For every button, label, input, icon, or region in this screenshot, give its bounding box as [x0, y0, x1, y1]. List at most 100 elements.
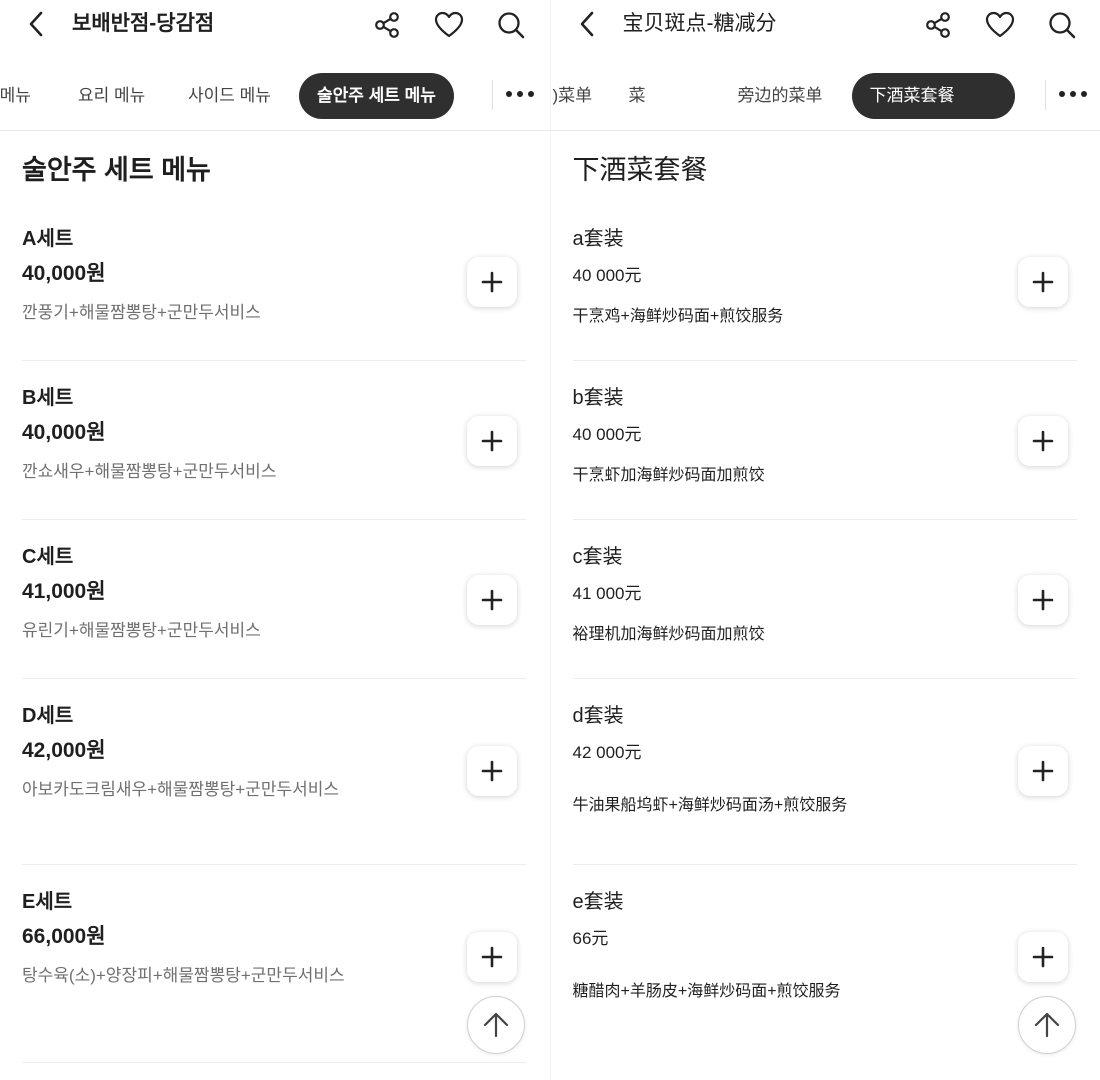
- back-arrow-icon: [29, 11, 43, 37]
- item-description: 탕수육(소)+양장피+해물짬뽕탕+군만두서비스: [22, 966, 345, 985]
- divider: [572, 519, 1077, 520]
- add-item-button[interactable]: [1017, 257, 1068, 307]
- divider: [572, 360, 1077, 361]
- item-name: D세트: [22, 705, 74, 727]
- store-title: 宝贝斑点-糖减分: [622, 12, 777, 35]
- divider: [22, 519, 526, 520]
- tab-menu[interactable]: )메뉴: [0, 73, 31, 119]
- tab-divider: [492, 80, 493, 110]
- item-price: 40,000원: [22, 421, 106, 444]
- top-bar: 宝贝斑点-糖减分: [551, 0, 1100, 50]
- menu-item[interactable]: c套装 41 000元 裕理机加海鲜炒码面加煎饺: [573, 544, 1077, 648]
- add-item-button[interactable]: [1017, 416, 1068, 466]
- plus-icon: [481, 430, 503, 452]
- item-name: e套装: [572, 891, 624, 913]
- add-item-button[interactable]: [467, 416, 517, 466]
- item-price: 66,000원: [22, 925, 106, 948]
- search-button[interactable]: [496, 10, 526, 40]
- item-price: 42,000원: [22, 739, 106, 762]
- item-name: b套装: [572, 387, 624, 409]
- menu-item[interactable]: e套装 66元 糖醋肉+羊肠皮+海鲜炒码面+煎饺服务: [573, 889, 1077, 1005]
- add-item-button[interactable]: [1017, 746, 1068, 796]
- favorite-button[interactable]: [434, 10, 464, 40]
- top-bar: 보배반점-당감점: [0, 0, 550, 50]
- chinese-menu-panel: 宝贝斑点-糖减分 )菜单 菜 旁边的菜单 下酒菜套餐 下酒菜套餐 a套装 40 …: [549, 0, 1100, 1080]
- more-dot: [528, 91, 534, 97]
- divider: [572, 678, 1077, 679]
- search-button[interactable]: [1047, 10, 1077, 40]
- more-dot: [1069, 91, 1076, 97]
- favorite-button[interactable]: [985, 10, 1015, 40]
- plus-icon: [1032, 271, 1053, 293]
- plus-icon: [481, 271, 503, 293]
- menu-item[interactable]: E세트 66,000원 탕수육(소)+양장피+해물짬뽕탕+군만두서비스: [22, 889, 526, 989]
- scroll-to-top-button[interactable]: [467, 996, 525, 1054]
- divider: [22, 360, 526, 361]
- category-tabs: )菜单 菜 旁边的菜单 下酒菜套餐: [550, 50, 1100, 131]
- add-item-button[interactable]: [467, 575, 517, 625]
- search-icon: [1048, 12, 1075, 39]
- divider: [22, 1062, 526, 1063]
- item-price: 42 000元: [572, 743, 642, 762]
- add-item-button[interactable]: [1017, 932, 1068, 982]
- item-price: 41 000元: [572, 584, 642, 603]
- tab-drink-set-menu[interactable]: 下酒菜套餐: [851, 73, 1015, 119]
- menu-item[interactable]: C세트 41,000원 유린기+해물짬뽕탕+군만두서비스: [22, 544, 526, 644]
- tab-dish-menu[interactable]: 菜: [629, 73, 646, 119]
- more-tabs-button[interactable]: [1053, 82, 1093, 106]
- item-name: a套装: [572, 228, 624, 250]
- item-description: 干烹虾加海鲜炒码面加煎饺: [572, 467, 765, 484]
- item-description: 糖醋肉+羊肠皮+海鲜炒码面+煎饺服务: [572, 983, 841, 1000]
- menu-item[interactable]: a套装 40 000元 干烹鸡+海鲜炒码面+煎饺服务: [573, 226, 1077, 330]
- back-button[interactable]: [573, 10, 601, 38]
- back-arrow-icon: [580, 11, 593, 37]
- more-tabs-button[interactable]: [500, 82, 540, 106]
- add-item-button[interactable]: [1017, 575, 1068, 625]
- plus-icon: [1032, 430, 1053, 452]
- item-name: c套装: [572, 546, 623, 568]
- back-button[interactable]: [22, 10, 50, 38]
- menu-item[interactable]: D세트 42,000원 아보카도크림새우+해물짬뽕탕+군만두서비스: [22, 703, 526, 803]
- item-description: 깐쇼새우+해물짬뽕탕+군만두서비스: [22, 462, 277, 481]
- menu-item[interactable]: B세트 40,000원 깐쇼새우+해물짬뽕탕+군만두서비스: [22, 385, 526, 485]
- item-description: 깐풍기+해물짬뽕탕+군만두서비스: [22, 303, 261, 322]
- share-button[interactable]: [923, 10, 953, 40]
- plus-icon: [481, 589, 503, 611]
- add-item-button[interactable]: [467, 257, 517, 307]
- plus-icon: [1032, 946, 1053, 968]
- item-price: 40 000元: [572, 425, 642, 444]
- tab-menu[interactable]: )菜单: [553, 73, 593, 119]
- arrow-up-icon: [483, 1012, 509, 1038]
- item-name: d套装: [572, 705, 624, 727]
- item-name: E세트: [22, 891, 73, 913]
- divider: [22, 678, 526, 679]
- item-price: 40 000元: [572, 266, 642, 285]
- item-description: 牛油果船坞虾+海鲜炒码面汤+煎饺服务: [572, 797, 848, 814]
- menu-item[interactable]: d套装 42 000元 牛油果船坞虾+海鲜炒码面汤+煎饺服务: [573, 703, 1077, 819]
- menu-item[interactable]: b套装 40 000元 干烹虾加海鲜炒码面加煎饺: [573, 385, 1077, 489]
- tab-dish-menu[interactable]: 요리 메뉴: [78, 73, 145, 119]
- share-icon: [925, 12, 950, 38]
- item-name: A세트: [22, 228, 74, 250]
- item-price: 41,000원: [22, 580, 106, 603]
- tab-drink-set-menu[interactable]: 술안주 세트 메뉴: [299, 73, 454, 119]
- more-dot: [517, 91, 523, 97]
- plus-icon: [481, 946, 503, 968]
- section-title: 下酒菜套餐: [572, 155, 708, 185]
- more-dots-icon: [1058, 91, 1065, 97]
- item-name: B세트: [22, 387, 74, 409]
- divider: [572, 864, 1077, 865]
- more-dot: [1080, 91, 1087, 97]
- tab-side-menu[interactable]: 旁边的菜单: [738, 73, 823, 119]
- menu-item[interactable]: A세트 40,000원 깐풍기+해물짬뽕탕+군만두서비스: [22, 226, 526, 326]
- arrow-up-icon: [1034, 1012, 1059, 1038]
- share-button[interactable]: [372, 10, 402, 40]
- item-price: 66元: [572, 929, 609, 948]
- add-item-button[interactable]: [467, 932, 517, 982]
- scroll-to-top-button[interactable]: [1017, 996, 1076, 1054]
- item-description: 유린기+해물짬뽕탕+군만두서비스: [22, 621, 261, 640]
- add-item-button[interactable]: [467, 746, 517, 796]
- tab-side-menu[interactable]: 사이드 메뉴: [188, 73, 271, 119]
- item-description: 裕理机加海鲜炒码面加煎饺: [572, 626, 765, 643]
- more-dots-icon: [506, 91, 512, 97]
